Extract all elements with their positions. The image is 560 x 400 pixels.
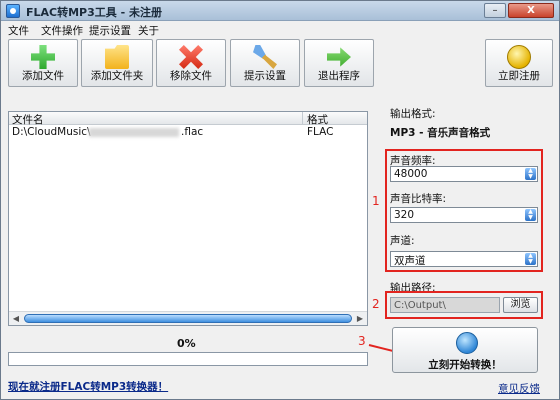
menu-file[interactable]: 文件 [8, 23, 29, 38]
output-path-input[interactable] [390, 297, 500, 313]
redacted-filename [89, 128, 179, 137]
file-path-suffix: .flac [181, 126, 204, 138]
channel-select[interactable]: 双声道 ▲ ▼ [390, 251, 538, 267]
bitrate-value: 320 [394, 209, 415, 221]
column-filename[interactable]: 文件名 [12, 112, 44, 127]
exit-label: 退出程序 [318, 70, 360, 82]
progress-percent: 0% [177, 337, 196, 350]
close-button[interactable]: X [508, 3, 554, 18]
menu-prompt-settings[interactable]: 提示设置 [89, 23, 131, 38]
remove-file-button[interactable]: 移除文件 [156, 39, 226, 87]
scroll-left-icon[interactable]: ◀ [10, 313, 22, 324]
register-label: 立即注册 [498, 70, 540, 82]
title-bar[interactable]: FLAC转MP3工具 - 未注册 – X [1, 1, 559, 21]
prompt-settings-button[interactable]: 提示设置 [230, 39, 300, 87]
file-path-prefix: D:\CloudMusic\ [12, 126, 91, 138]
menu-file-ops[interactable]: 文件操作 [41, 23, 83, 38]
coin-icon [507, 45, 531, 69]
add-file-button[interactable]: 添加文件 [8, 39, 78, 87]
file-list-header: 文件名 格式 [9, 112, 367, 127]
convert-icon [456, 332, 478, 354]
tools-icon [253, 45, 277, 69]
spin-arrows-icon[interactable]: ▲ ▼ [525, 253, 536, 265]
annotation-marker-2: 2 [372, 297, 380, 311]
prompt-settings-label: 提示设置 [244, 70, 286, 82]
horizontal-scrollbar[interactable]: ◀ ▶ [9, 311, 367, 325]
channel-value: 双声道 [394, 255, 426, 267]
annotation-marker-3: 3 [358, 334, 366, 348]
window-title: FLAC转MP3工具 - 未注册 [26, 6, 162, 19]
file-format: FLAC [307, 126, 334, 138]
add-folder-button[interactable]: 添加文件夹 [81, 39, 153, 87]
start-convert-button[interactable]: 立刻开始转换！ [392, 327, 538, 373]
sample-rate-select[interactable]: 48000 ▲ ▼ [390, 166, 538, 182]
folder-icon [105, 45, 129, 69]
column-divider[interactable] [302, 112, 303, 125]
table-row[interactable]: D:\CloudMusic\ .flac FLAC [9, 126, 367, 139]
file-list[interactable]: 文件名 格式 D:\CloudMusic\ .flac FLAC ◀ ▶ [8, 111, 368, 326]
browse-button[interactable]: 浏览 [503, 297, 538, 313]
progress-bar [8, 352, 368, 366]
add-file-label: 添加文件 [22, 70, 64, 82]
app-window: FLAC转MP3工具 - 未注册 – X 文件 文件操作 提示设置 关于 添加文… [0, 0, 560, 400]
menu-about[interactable]: 关于 [138, 23, 159, 38]
feedback-link[interactable]: 意见反馈 [498, 381, 540, 396]
add-folder-label: 添加文件夹 [90, 70, 144, 82]
app-icon [6, 4, 20, 18]
annotation-marker-1: 1 [372, 194, 380, 208]
scroll-right-icon[interactable]: ▶ [354, 313, 366, 324]
red-x-icon [179, 45, 203, 69]
bitrate-select[interactable]: 320 ▲ ▼ [390, 207, 538, 223]
output-format-label: 输出格式: [390, 108, 436, 120]
spin-arrows-icon[interactable]: ▲ ▼ [525, 209, 536, 221]
minimize-button[interactable]: – [484, 3, 506, 18]
bitrate-label: 声音比特率: [390, 193, 447, 205]
spin-arrows-icon[interactable]: ▲ ▼ [525, 168, 536, 180]
menu-bar: 文件 文件操作 提示设置 关于 [1, 22, 559, 37]
remove-file-label: 移除文件 [170, 70, 212, 82]
sample-rate-value: 48000 [394, 168, 428, 180]
scroll-thumb[interactable] [24, 314, 352, 323]
output-format-value: MP3 - 音乐声音格式 [390, 127, 491, 139]
channel-label: 声道: [390, 235, 415, 247]
exit-button[interactable]: 退出程序 [304, 39, 374, 87]
arrow-right-icon [327, 47, 351, 67]
column-format[interactable]: 格式 [307, 112, 328, 127]
register-link[interactable]: 现在就注册FLAC转MP3转换器！ [8, 379, 168, 394]
register-button[interactable]: 立即注册 [485, 39, 553, 87]
plus-icon [31, 45, 55, 69]
start-convert-label: 立刻开始转换！ [428, 359, 502, 371]
